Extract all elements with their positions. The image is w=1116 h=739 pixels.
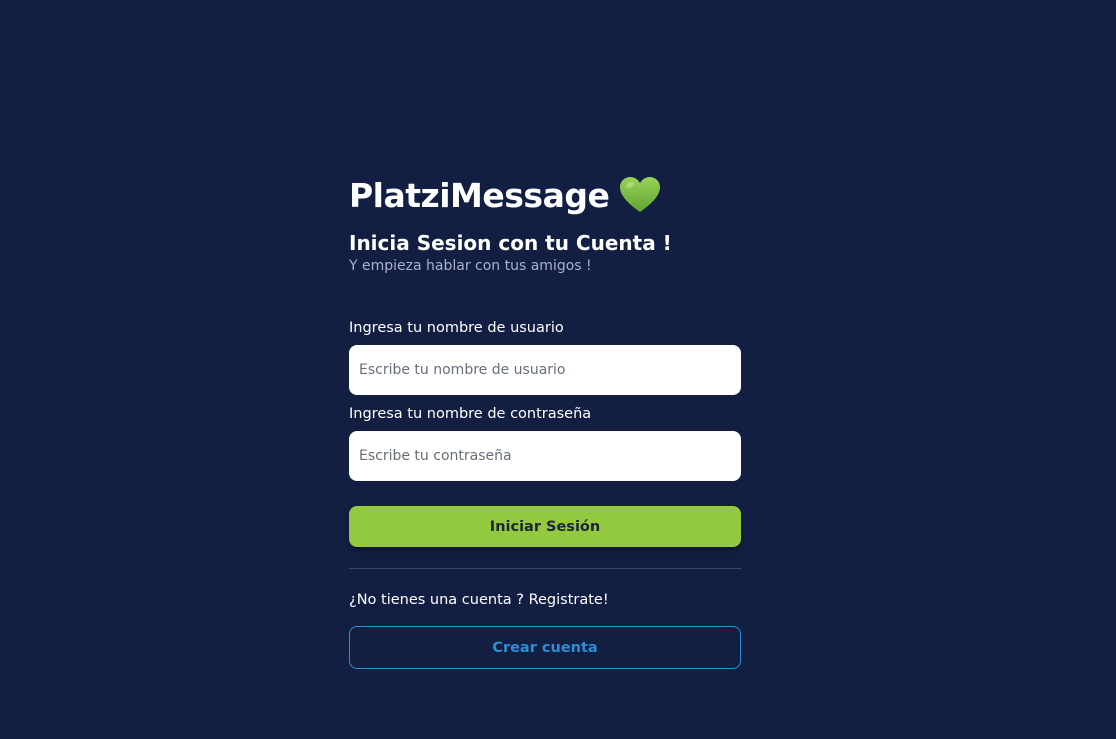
page-subtitle: Inicia Sesion con tu Cuenta ! [349,231,672,255]
login-form: Ingresa tu nombre de usuario Ingresa tu … [349,318,741,547]
login-button[interactable]: Iniciar Sesión [349,506,741,547]
password-input[interactable] [349,431,741,481]
page-tagline: Y empieza hablar con tus amigos ! [349,258,592,274]
username-group: Ingresa tu nombre de usuario [349,318,741,395]
username-input[interactable] [349,345,741,395]
divider [349,568,741,569]
register-prompt: ¿No tienes una cuenta ? Registrate! [349,592,609,608]
create-account-button[interactable]: Crear cuenta [349,626,741,669]
green-heart-icon [620,177,661,212]
brand-header: PlatziMessage [349,168,741,222]
app-title: PlatziMessage [349,175,610,215]
password-label: Ingresa tu nombre de contraseña [349,406,592,422]
login-card: PlatziMessage Inicia Sesion con tu Cuent… [349,168,741,669]
password-group: Ingresa tu nombre de contraseña [349,404,741,481]
username-label: Ingresa tu nombre de usuario [349,320,564,336]
